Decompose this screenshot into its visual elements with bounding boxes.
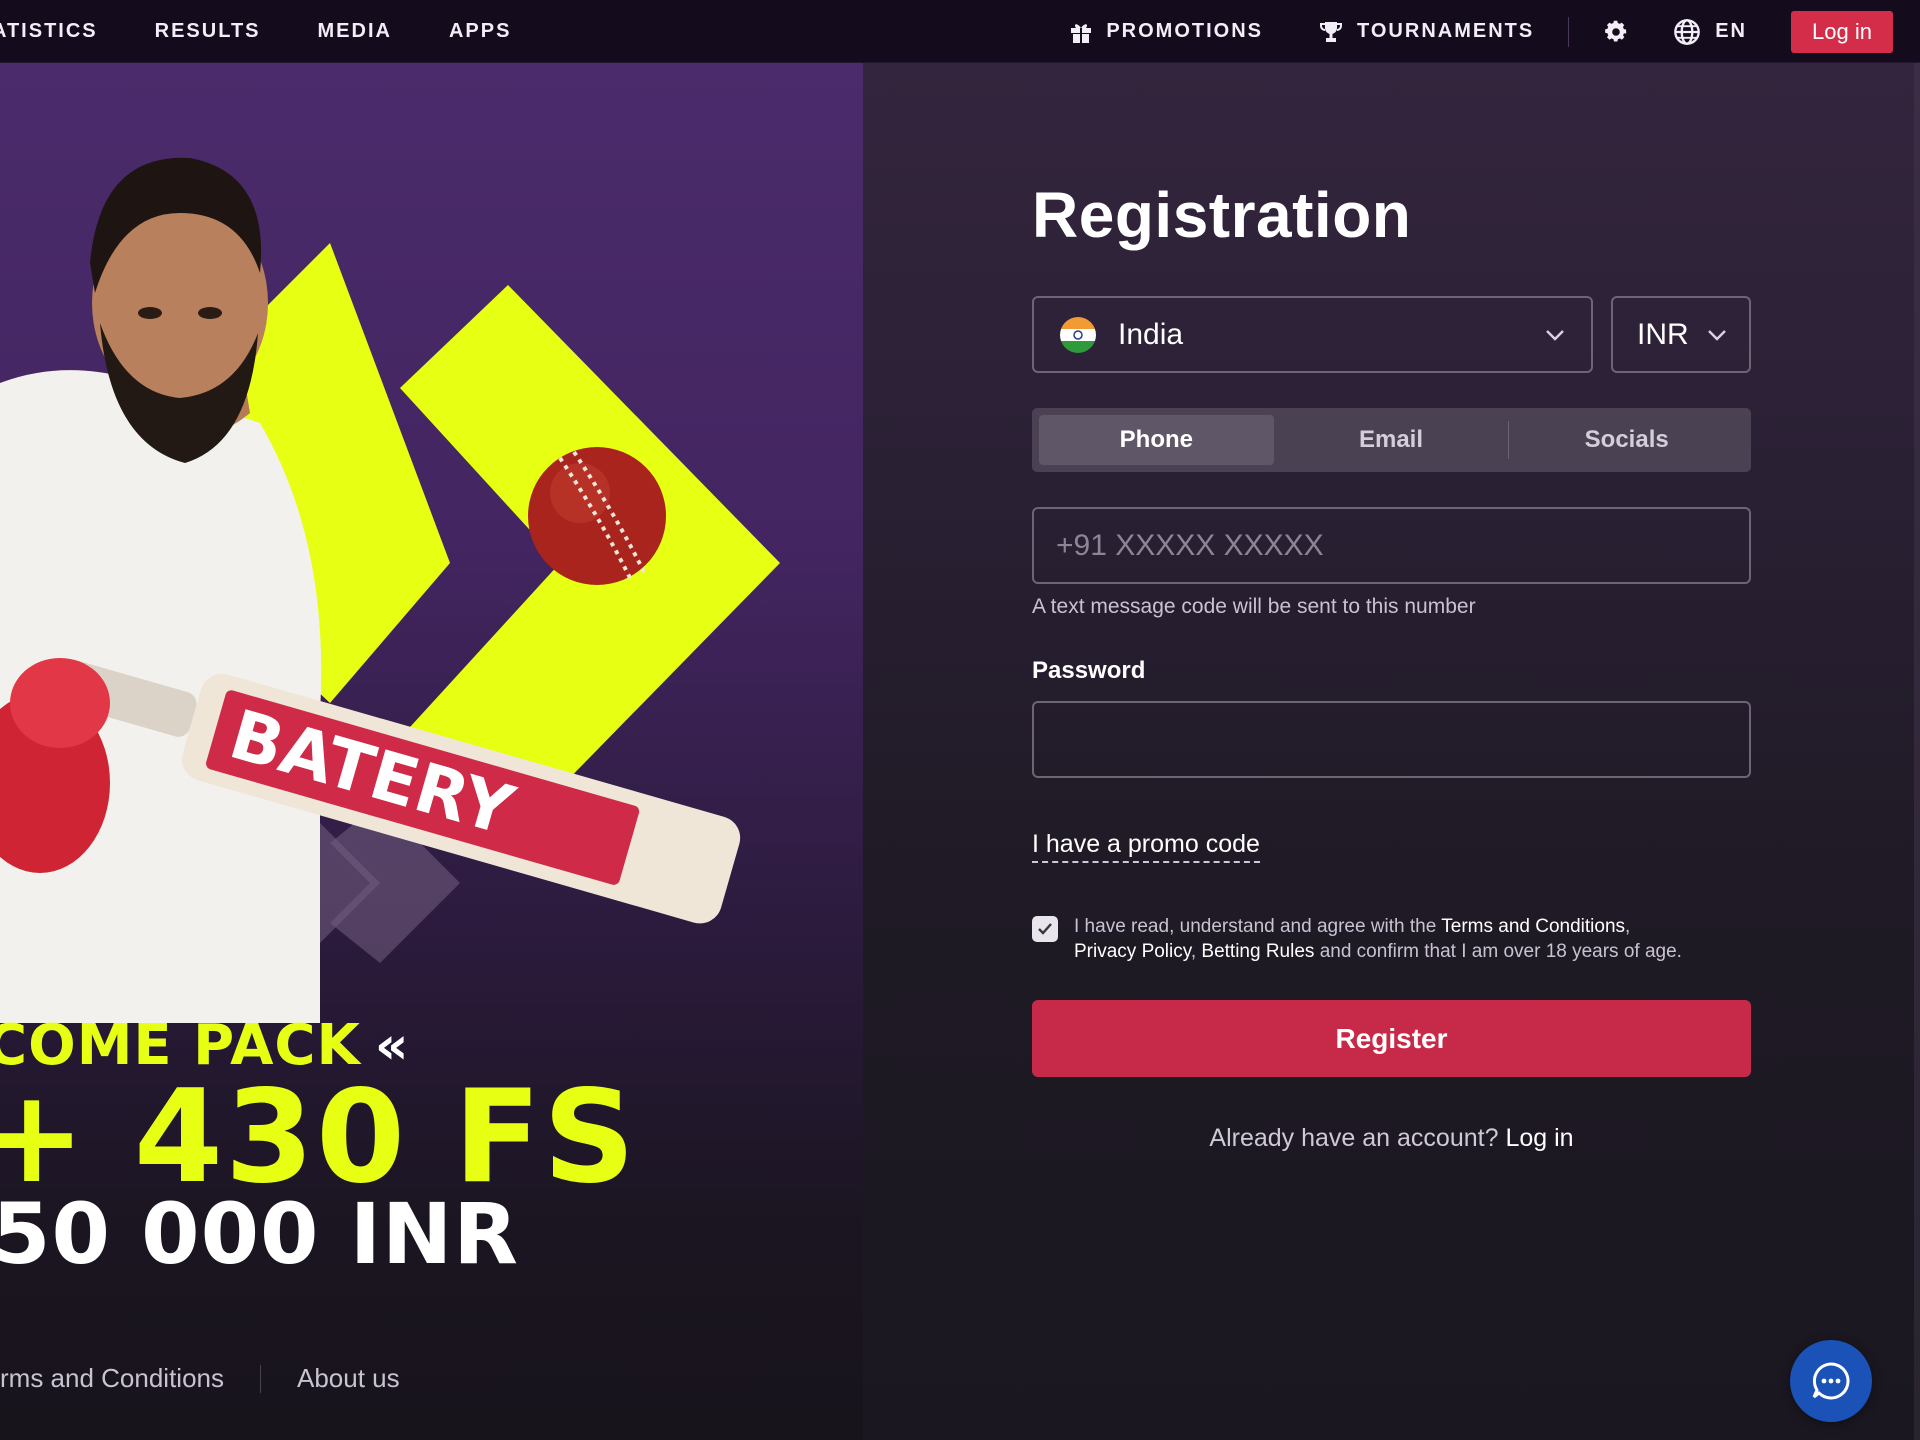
- top-navigation: ATISTICS RESULTS MEDIA APPS PROMOTIONS T…: [0, 0, 1920, 63]
- globe-icon: [1673, 18, 1701, 46]
- footer-divider: [260, 1364, 261, 1393]
- nav-tournaments-label: TOURNAMENTS: [1357, 20, 1535, 42]
- currency-value: INR: [1637, 317, 1689, 351]
- password-input[interactable]: [1056, 722, 1749, 757]
- chat-button[interactable]: [1790, 1340, 1872, 1422]
- terms-checkbox[interactable]: [1032, 916, 1058, 942]
- registration-method-tabs: Phone Email Socials: [1032, 408, 1751, 472]
- tab-phone[interactable]: Phone: [1039, 415, 1274, 465]
- nav-media[interactable]: MEDIA: [318, 20, 392, 43]
- chat-bubble-icon: [1809, 1359, 1853, 1403]
- header-login-button[interactable]: Log in: [1791, 10, 1893, 53]
- checkmark-icon: [1038, 923, 1052, 935]
- country-select[interactable]: India: [1032, 296, 1593, 373]
- footer-about-link[interactable]: About us: [297, 1363, 400, 1394]
- privacy-link[interactable]: Privacy Policy: [1074, 941, 1191, 962]
- page-title: Registration: [1032, 179, 1412, 251]
- promo-artwork: BATERY: [0, 157, 780, 1023]
- language-label: EN: [1715, 20, 1747, 42]
- terms-link[interactable]: Terms and Conditions: [1441, 916, 1625, 937]
- privacy-comma: ,: [1190, 941, 1202, 962]
- phone-hint: A text message code will be sent to this…: [1032, 595, 1476, 618]
- gear-icon[interactable]: [1603, 19, 1629, 45]
- trophy-icon: [1319, 20, 1343, 44]
- chevron-down-icon: [1707, 329, 1727, 341]
- terms-text: I have read, understand and agree with t…: [1074, 914, 1682, 964]
- nav-promotions[interactable]: PROMOTIONS: [1070, 20, 1263, 44]
- nav-divider: [1568, 16, 1570, 47]
- nav-left-group: ATISTICS RESULTS MEDIA APPS: [0, 0, 568, 63]
- password-field[interactable]: [1032, 701, 1751, 778]
- password-label: Password: [1032, 657, 1146, 684]
- currency-select[interactable]: INR: [1611, 296, 1751, 373]
- tab-email[interactable]: Email: [1274, 415, 1509, 465]
- terms-prefix: I have read, understand and agree with t…: [1074, 916, 1442, 937]
- promo-banner: BATERY COME PACK « + 430 FS 50 000 INR r…: [0, 63, 863, 1440]
- nav-statistics[interactable]: ATISTICS: [0, 20, 98, 43]
- login-prompt: Already have an account? Log in: [1032, 1124, 1751, 1153]
- nav-right-group: PROMOTIONS TOURNAMENTS EN Log in: [1070, 0, 1893, 63]
- login-prompt-text: Already have an account?: [1209, 1124, 1506, 1152]
- nav-promotions-label: PROMOTIONS: [1106, 20, 1264, 42]
- nav-apps[interactable]: APPS: [449, 20, 511, 43]
- promo-code-link[interactable]: I have a promo code: [1032, 830, 1260, 863]
- footer-terms-link[interactable]: rms and Conditions: [0, 1363, 224, 1394]
- nav-tournaments[interactable]: TOURNAMENTS: [1319, 20, 1534, 44]
- register-button[interactable]: Register: [1032, 1000, 1751, 1077]
- chevron-down-icon: [1545, 329, 1565, 341]
- india-flag-icon: [1060, 316, 1096, 353]
- terms-agreement: I have read, understand and agree with t…: [1032, 914, 1751, 964]
- betting-rules-link[interactable]: Betting Rules: [1201, 941, 1314, 962]
- promo-amount: 50 000 INR: [0, 1185, 519, 1283]
- gift-icon: [1070, 20, 1092, 44]
- login-link[interactable]: Log in: [1505, 1124, 1573, 1152]
- phone-input[interactable]: [1056, 528, 1749, 563]
- registration-panel: Registration India INR Phone Email Socia…: [863, 63, 1920, 1440]
- footer-links: rms and Conditions About us: [0, 1363, 400, 1394]
- phone-field[interactable]: [1032, 507, 1751, 584]
- country-value: India: [1118, 317, 1184, 351]
- terms-suffix: and confirm that I am over 18 years of a…: [1314, 941, 1682, 962]
- terms-comma: ,: [1625, 916, 1631, 937]
- tab-socials[interactable]: Socials: [1509, 415, 1744, 465]
- language-selector[interactable]: EN: [1673, 18, 1747, 46]
- nav-results[interactable]: RESULTS: [155, 20, 261, 43]
